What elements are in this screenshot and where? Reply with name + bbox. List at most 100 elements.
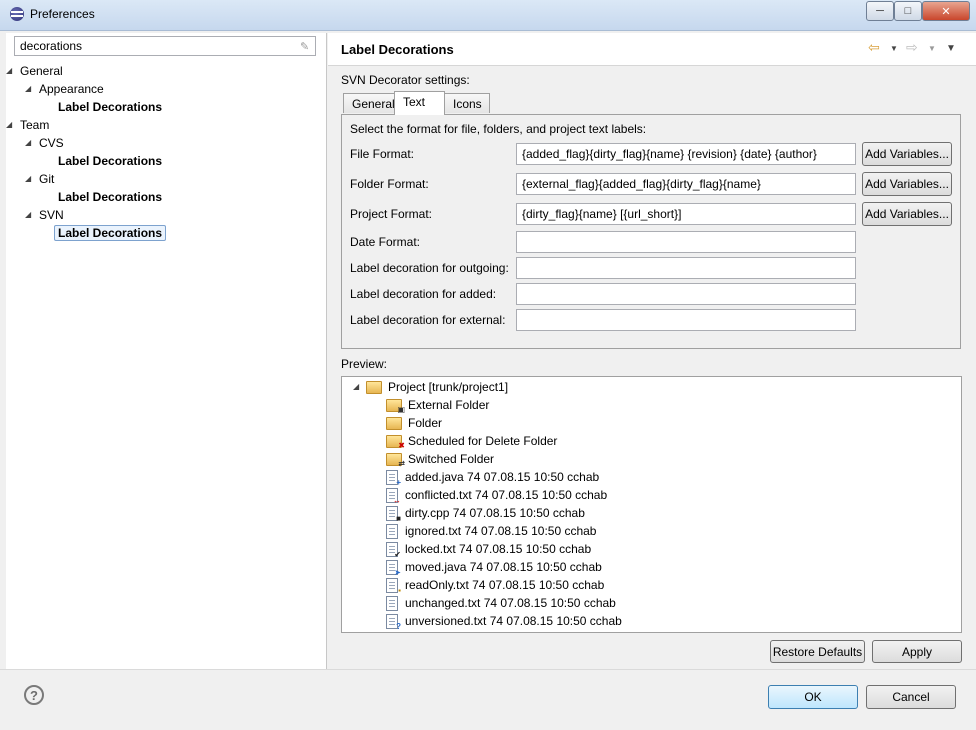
preview-item-label: ignored.txt 74 07.08.15 10:50 cchab <box>405 524 597 538</box>
field-label: Project Format: <box>350 207 433 221</box>
unversioned-overlay-icon: ? <box>396 622 401 632</box>
close-button[interactable]: ✕ <box>922 1 970 21</box>
filter-input[interactable] <box>14 36 316 56</box>
folder-icon: ▣ <box>386 399 405 414</box>
maximize-icon: □ <box>904 5 912 17</box>
format-input[interactable] <box>516 257 856 279</box>
tree-item[interactable]: ◢ Team <box>6 116 50 134</box>
add-variables-button[interactable]: Add Variables... <box>862 172 952 196</box>
expand-twistie-icon[interactable]: ◢ <box>25 134 31 152</box>
preview-row: ✔ locked.txt 74 07.08.15 10:50 cchab <box>386 540 592 559</box>
preview-item-label: unchanged.txt 74 07.08.15 10:50 cchab <box>405 596 616 610</box>
restore-defaults-button[interactable]: Restore Defaults <box>770 640 865 663</box>
folder-icon: ⇄ <box>386 453 405 468</box>
minimize-icon: ─ <box>876 5 884 17</box>
help-icon[interactable]: ? <box>24 685 44 705</box>
forward-arrow-icon: ⇨ <box>906 39 918 55</box>
page-title: Label Decorations <box>341 42 454 57</box>
preview-expand-icon[interactable]: ◢ <box>353 382 359 391</box>
expand-twistie-icon[interactable]: ◢ <box>6 62 12 80</box>
file-icon: ✔ <box>386 542 401 559</box>
format-input[interactable]: {dirty_flag}{name} [{url_short}] <box>516 203 856 225</box>
field-label: Date Format: <box>350 235 421 249</box>
tree-item[interactable]: ◢ General <box>6 62 63 80</box>
footer-separator <box>0 669 976 670</box>
format-intro: Select the format for file, folders, and… <box>350 122 647 136</box>
maximize-button[interactable]: □ <box>894 1 922 21</box>
preview-row: ↔ conflicted.txt 74 07.08.15 10:50 cchab <box>386 486 607 505</box>
format-input[interactable]: {added_flag}{dirty_flag}{name} {revision… <box>516 143 856 165</box>
window-title: Preferences <box>30 7 95 21</box>
format-input[interactable] <box>516 231 856 253</box>
field-label: Label decoration for external: <box>350 313 506 327</box>
tree-item[interactable]: Label Decorations <box>58 188 162 206</box>
tab-text[interactable]: Text <box>394 91 445 115</box>
preview-item-label: dirty.cpp 74 07.08.15 10:50 cchab <box>405 506 585 520</box>
apply-button[interactable]: Apply <box>872 640 962 663</box>
preview-label: Preview: <box>341 357 388 371</box>
folder-icon <box>386 417 402 431</box>
expand-twistie-icon[interactable]: ◢ <box>25 170 31 188</box>
tree-item[interactable]: ◢ Git <box>25 170 55 188</box>
preview-item-label: readOnly.txt 74 07.08.15 10:50 cchab <box>405 578 605 592</box>
preview-row: ▣ External Folder <box>386 396 489 414</box>
tree-item[interactable]: Label Decorations <box>58 152 162 170</box>
view-menu-icon[interactable]: ▼ <box>946 43 956 54</box>
preview-row: ■ dirty.cpp 74 07.08.15 10:50 cchab <box>386 504 585 523</box>
preview-item-label: unversioned.txt 74 07.08.15 10:50 cchab <box>405 614 622 628</box>
tree-item-label: CVS <box>39 136 64 150</box>
title-bar <box>0 0 976 31</box>
preview-item-label: locked.txt 74 07.08.15 10:50 cchab <box>405 542 592 556</box>
ok-button[interactable]: OK <box>768 685 858 709</box>
preview-row: Folder <box>386 414 442 432</box>
add-variables-button[interactable]: Add Variables... <box>862 202 952 226</box>
format-input[interactable] <box>516 283 856 305</box>
file-icon: + <box>386 470 401 487</box>
file-icon: ↔ <box>386 488 401 505</box>
clear-filter-icon[interactable]: ✎ <box>300 40 312 53</box>
field-label: Label decoration for outgoing: <box>350 261 509 275</box>
tab-icons[interactable]: Icons <box>444 93 490 113</box>
preview-row: ? unversioned.txt 74 07.08.15 10:50 cchab <box>386 612 622 632</box>
expand-twistie-icon[interactable]: ◢ <box>6 116 12 134</box>
preview-item-label: moved.java 74 07.08.15 10:50 cchab <box>405 560 602 574</box>
format-input[interactable] <box>516 309 856 331</box>
tree-item[interactable]: ◢ CVS <box>25 134 64 152</box>
field-label: File Format: <box>350 147 415 161</box>
preview-row: unchanged.txt 74 07.08.15 10:50 cchab <box>386 594 616 612</box>
tree-item[interactable]: ◢ SVN <box>25 206 64 224</box>
format-input[interactable]: {external_flag}{added_flag}{dirty_flag}{… <box>516 173 856 195</box>
preview-row: ignored.txt 74 07.08.15 10:50 cchab <box>386 522 596 540</box>
expand-twistie-icon[interactable]: ◢ <box>25 80 31 98</box>
file-icon: ? <box>386 614 401 632</box>
back-arrow-icon[interactable]: ⇦ <box>868 39 880 56</box>
preview-item-label: Folder <box>408 416 443 430</box>
tab-general[interactable]: General <box>343 93 395 113</box>
expand-twistie-icon[interactable]: ◢ <box>25 206 31 224</box>
tree-item[interactable]: Label Decorations <box>54 224 167 242</box>
back-menu-icon[interactable]: ▼ <box>890 44 898 53</box>
preview-project-label: Project [trunk/project1] <box>388 380 509 394</box>
minimize-button[interactable]: ─ <box>866 1 894 21</box>
tree-item[interactable]: Label Decorations <box>58 98 162 116</box>
file-icon: ■ <box>386 506 401 523</box>
section-label: SVN Decorator settings: <box>341 73 470 87</box>
folder-icon: ✖ <box>386 435 405 450</box>
add-variables-button[interactable]: Add Variables... <box>862 142 952 166</box>
tree-item-label: General <box>20 64 63 78</box>
preview-item-label: Scheduled for Delete Folder <box>408 434 558 448</box>
tree-item-label: Team <box>20 118 50 132</box>
tree-item[interactable]: ◢ Appearance <box>25 80 104 98</box>
file-icon: ▪ <box>386 578 401 595</box>
preview-row: ✖ Scheduled for Delete Folder <box>386 432 557 450</box>
tree-item-label: Label Decorations <box>58 190 163 204</box>
tree-item-label: Git <box>39 172 55 186</box>
preview-item-label: Switched Folder <box>408 452 495 466</box>
cancel-button[interactable]: Cancel <box>866 685 956 709</box>
field-label: Label decoration for added: <box>350 287 497 301</box>
tree-item-label: Label Decorations <box>54 225 167 241</box>
preview-project-row: Project [trunk/project1] <box>366 378 508 396</box>
forward-menu-icon: ▼ <box>928 44 936 53</box>
tree-item-label: Label Decorations <box>58 100 163 114</box>
eclipse-icon <box>10 7 24 21</box>
